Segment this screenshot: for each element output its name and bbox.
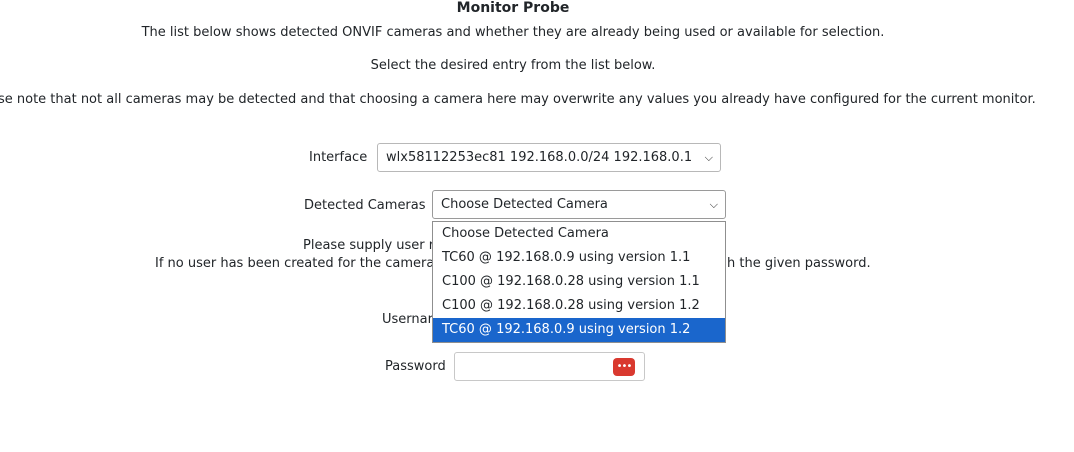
- credentials-note-line-2-right: h the given password.: [727, 256, 871, 271]
- chevron-down-icon: ⌵: [709, 198, 718, 211]
- detected-cameras-select-value: Choose Detected Camera: [441, 197, 608, 212]
- interface-label: Interface: [309, 150, 368, 165]
- camera-option[interactable]: TC60 @ 192.168.0.9 using version 1.1: [433, 246, 725, 270]
- credentials-note-line-2-left: If no user has been created for the came…: [155, 256, 435, 271]
- password-label: Password: [385, 359, 446, 374]
- credentials-note-line-1: Please supply user r: [303, 238, 435, 253]
- chevron-down-icon: ⌵: [704, 151, 713, 164]
- camera-option[interactable]: C100 @ 192.168.0.28 using version 1.1: [433, 270, 725, 294]
- interface-select-value: wlx58112253ec81 192.168.0.0/24 192.168.0…: [386, 150, 693, 165]
- intro-text-1: The list below shows detected ONVIF came…: [141, 25, 885, 40]
- password-manager-icon[interactable]: •••: [613, 358, 635, 376]
- camera-option[interactable]: C100 @ 192.168.0.28 using version 1.2: [433, 294, 725, 318]
- camera-option-highlighted[interactable]: TC60 @ 192.168.0.9 using version 1.2: [433, 318, 725, 342]
- detected-cameras-label: Detected Cameras: [304, 198, 426, 213]
- interface-select[interactable]: wlx58112253ec81 192.168.0.0/24 192.168.0…: [377, 143, 721, 172]
- camera-option[interactable]: Choose Detected Camera: [433, 222, 725, 246]
- username-label: Usernar: [382, 312, 433, 327]
- intro-text-2: Select the desired entry from the list b…: [370, 58, 656, 73]
- detected-cameras-dropdown[interactable]: Choose Detected Camera TC60 @ 192.168.0.…: [432, 221, 726, 343]
- detected-cameras-select[interactable]: Choose Detected Camera ⌵: [432, 190, 726, 219]
- intro-text-3: ase note that not all cameras may be det…: [0, 92, 1036, 107]
- page-title: Monitor Probe: [456, 0, 570, 16]
- password-input[interactable]: •••: [454, 352, 645, 381]
